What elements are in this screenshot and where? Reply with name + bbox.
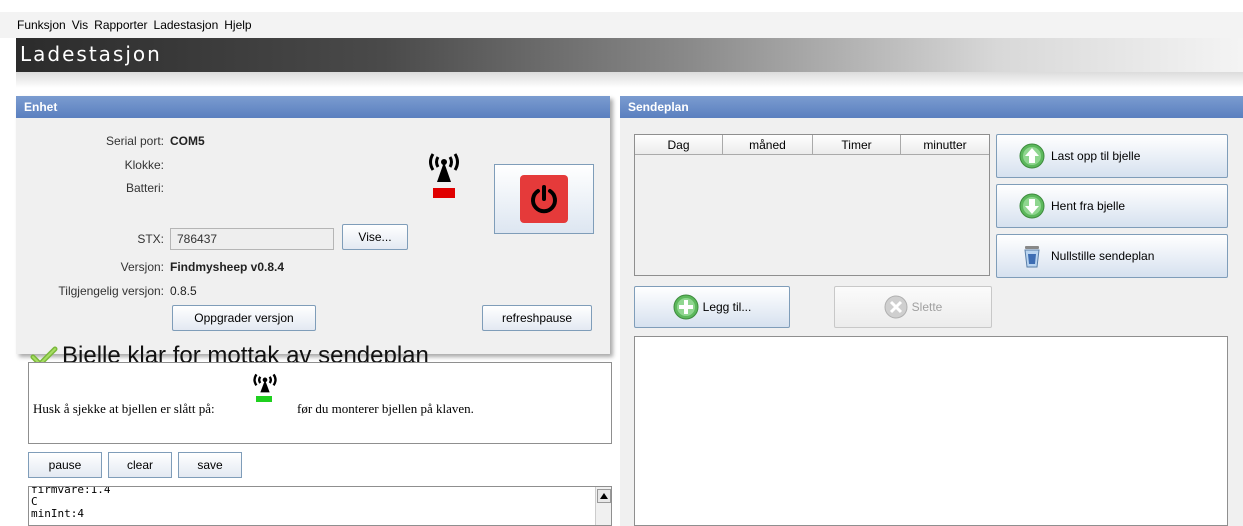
tilgjengelig-value: 0.8.5 <box>170 284 197 298</box>
upload-button[interactable]: Last opp til bjelle <box>996 134 1228 178</box>
menu-ladestasjon[interactable]: Ladestasjon <box>154 18 219 32</box>
delete-button-label: Slette <box>911 300 943 314</box>
antenna-icon <box>429 153 459 182</box>
upload-button-label: Last opp til bjelle <box>1051 149 1141 163</box>
column-maned[interactable]: måned <box>723 135 813 154</box>
batteri-label: Batteri: <box>125 181 164 195</box>
title-banner: Ladestasjon <box>16 38 1243 72</box>
klokke-label: Klokke: <box>124 158 164 172</box>
sendeplan-header: Sendeplan <box>620 96 1243 118</box>
schedule-detail-area[interactable] <box>634 336 1228 526</box>
enhet-panel: Enhet Serial port: COM5 Klokke: Batteri:… <box>16 96 610 369</box>
column-dag[interactable]: Dag <box>635 135 723 154</box>
enhet-body: Serial port: COM5 Klokke: Batteri: STX: … <box>16 118 610 369</box>
upgrade-button[interactable]: Oppgrader versjon <box>172 305 316 331</box>
arrow-up-circle-icon <box>1019 143 1045 169</box>
plus-circle-icon <box>673 294 699 320</box>
menu-rapporter[interactable]: Rapporter <box>94 18 147 32</box>
power-indicator-green <box>256 396 272 402</box>
add-button[interactable]: Legg til... <box>634 286 790 328</box>
console-line: minInt:4 <box>31 507 84 520</box>
info-box: Husk å sjekke at bjellen er slått på: fø… <box>28 362 612 444</box>
fetch-button-label: Hent fra bjelle <box>1051 199 1126 213</box>
column-timer[interactable]: Timer <box>813 135 901 154</box>
stx-label: STX: <box>137 232 164 246</box>
arrow-down-circle-icon <box>1019 193 1045 219</box>
console-log[interactable]: firmvare:1.4 C minInt:4 <box>28 486 612 526</box>
menu-hjelp[interactable]: Hjelp <box>224 18 251 32</box>
page-title: Ladestasjon <box>20 42 162 66</box>
reset-button-label: Nullstille sendeplan <box>1051 249 1155 263</box>
menu-vis[interactable]: Vis <box>72 18 88 32</box>
power-icon <box>531 185 557 214</box>
add-button-label: Legg til... <box>702 300 752 314</box>
enhet-header: Enhet <box>16 96 610 118</box>
save-button[interactable]: save <box>178 452 242 478</box>
console-line: C <box>31 495 38 508</box>
tilgjengelig-label: Tilgjengelig versjon: <box>58 284 164 298</box>
console-line: firmvare:1.4 <box>31 486 111 496</box>
menu-bar: Funksjon Vis Rapporter Ladestasjon Hjelp <box>0 12 1243 38</box>
versjon-label: Versjon: <box>120 260 164 274</box>
scroll-up-button[interactable] <box>597 489 611 503</box>
versjon-value: Findmysheep v0.8.4 <box>170 260 285 274</box>
delete-circle-icon <box>884 295 908 319</box>
vise-button[interactable]: Vise... <box>342 224 408 250</box>
stx-field[interactable] <box>170 228 334 250</box>
clear-button[interactable]: clear <box>108 452 172 478</box>
schedule-table[interactable]: Dag måned Timer minutter <box>634 134 990 276</box>
title-fade <box>16 72 1243 88</box>
power-button-face <box>520 175 568 223</box>
antenna-small-icon <box>253 373 277 393</box>
antenna-on-status <box>251 371 279 405</box>
arrow-up-icon <box>600 493 608 499</box>
serial-port-label: Serial port: <box>105 134 164 148</box>
trash-icon <box>1024 246 1040 268</box>
info-text-after: før du monterer bjellen på klaven. <box>297 401 474 416</box>
refreshpause-button[interactable]: refreshpause <box>482 305 592 331</box>
fetch-button[interactable]: Hent fra bjelle <box>996 184 1228 228</box>
schedule-table-header: Dag måned Timer minutter <box>635 135 989 155</box>
pause-button[interactable]: pause <box>28 452 102 478</box>
delete-button[interactable]: Slette <box>834 286 992 328</box>
antenna-status <box>426 148 462 200</box>
column-minutter[interactable]: minutter <box>901 135 989 154</box>
power-button[interactable] <box>494 164 594 234</box>
console-scrollbar[interactable] <box>595 487 611 525</box>
serial-port-value: COM5 <box>170 134 205 148</box>
menu-funksjon[interactable]: Funksjon <box>17 18 66 32</box>
info-text-before: Husk å sjekke at bjellen er slått på: <box>33 401 215 416</box>
reset-button[interactable]: Nullstille sendeplan <box>996 234 1228 278</box>
power-indicator-red <box>433 188 455 198</box>
app-window: Funksjon Vis Rapporter Ladestasjon Hjelp… <box>0 0 1243 526</box>
sendeplan-panel: Sendeplan Dag måned Timer minutter Last … <box>620 96 1243 526</box>
